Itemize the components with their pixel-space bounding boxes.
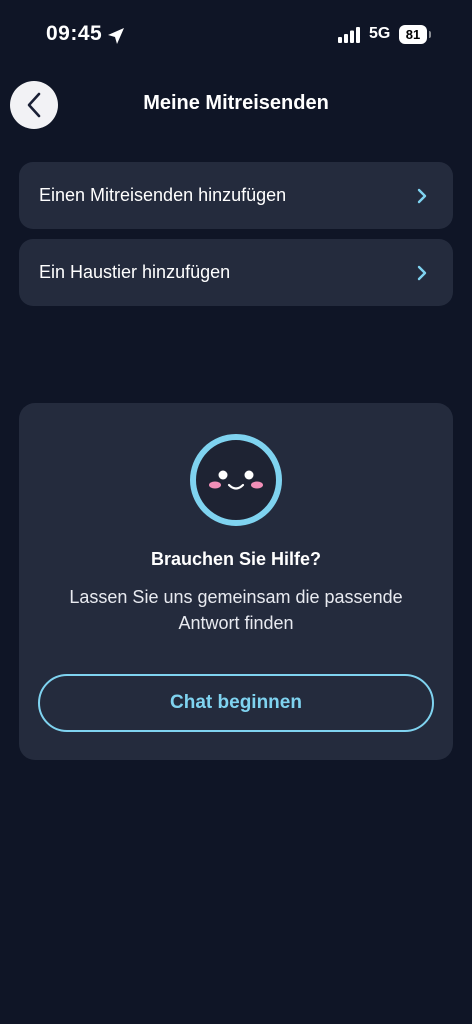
start-chat-button[interactable]: Chat beginnen: [38, 674, 434, 732]
add-pet-label: Ein Haustier hinzufügen: [39, 262, 231, 282]
help-card: Brauchen Sie Hilfe? Lassen Sie uns gemei…: [19, 403, 453, 760]
add-companion-item[interactable]: Einen Mitreisenden hinzufügen: [19, 162, 453, 229]
battery-tip: [429, 31, 431, 38]
network-type: 5G: [369, 25, 391, 42]
status-time: 09:45: [46, 22, 103, 45]
battery-icon: 81: [399, 25, 427, 44]
help-text: Lassen Sie uns gemeinsam die passende An…: [69, 587, 403, 633]
location-arrow-icon: [108, 28, 124, 44]
help-title: Brauchen Sie Hilfe?: [150, 549, 322, 569]
smiley-mascot-icon: [190, 434, 282, 526]
add-companion-label: Einen Mitreisenden hinzufügen: [39, 185, 287, 205]
chevron-right-icon: [417, 265, 427, 280]
cellular-signal-icon: [338, 27, 360, 43]
chevron-right-icon: [417, 188, 427, 203]
page-title: Meine Mitreisenden: [143, 92, 329, 114]
add-pet-item[interactable]: Ein Haustier hinzufügen: [19, 239, 453, 306]
status-bar: 09:45 5G 81: [0, 0, 472, 70]
